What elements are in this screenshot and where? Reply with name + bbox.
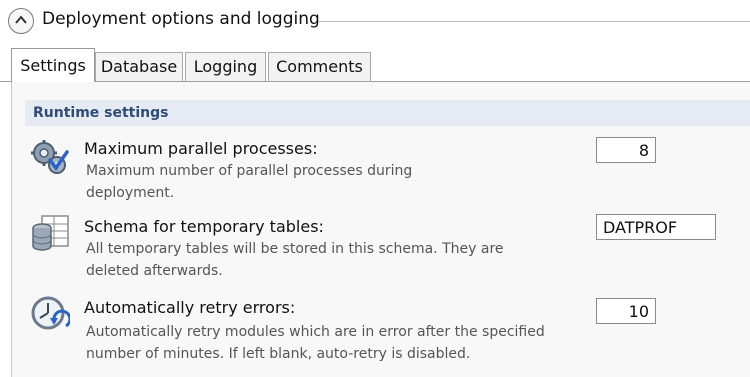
schema-temp-description: All temporary tables will be stored in t…: [86, 241, 504, 279]
tab-settings[interactable]: Settings: [11, 48, 95, 82]
database-table-icon: [30, 214, 70, 254]
max-parallel-title: Maximum parallel processes:: [84, 139, 318, 158]
max-parallel-input[interactable]: [596, 137, 656, 163]
gears-check-icon: [30, 138, 70, 178]
clock-retry-icon: [30, 294, 72, 334]
retry-errors-title: Automatically retry errors:: [84, 298, 296, 317]
tab-database[interactable]: Database: [95, 52, 183, 81]
tab-logging[interactable]: Logging: [185, 52, 266, 81]
retry-errors-description: Automatically retry modules which are in…: [86, 324, 545, 362]
schema-temp-title: Schema for temporary tables:: [84, 217, 324, 236]
header-divider: [318, 21, 750, 22]
runtime-settings-header: Runtime settings: [25, 100, 750, 126]
max-parallel-description: Maximum number of parallel processes dur…: [86, 163, 413, 201]
runtime-settings-label: Runtime settings: [33, 105, 169, 121]
section-title: Deployment options and logging: [42, 9, 320, 29]
tab-comments[interactable]: Comments: [268, 52, 371, 81]
section-header-bar: Deployment options and logging: [0, 0, 750, 44]
collapse-button[interactable]: [8, 8, 34, 34]
chevron-up-icon: [15, 15, 27, 24]
retry-errors-input[interactable]: [596, 298, 656, 324]
schema-temp-input[interactable]: [596, 214, 716, 240]
